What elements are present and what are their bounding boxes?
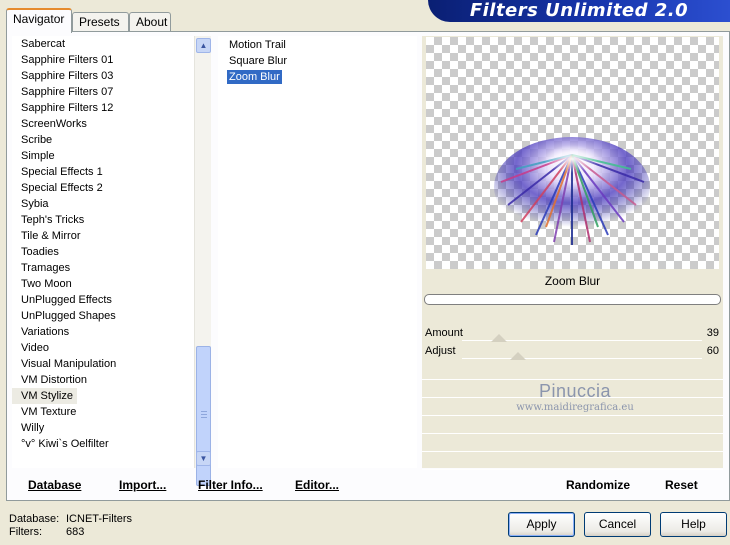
editor-button[interactable]: Editor...: [295, 478, 339, 492]
category-item[interactable]: Sapphire Filters 03: [12, 68, 194, 84]
chevron-down-icon: ▼: [199, 454, 208, 463]
category-item[interactable]: UnPlugged Shapes: [12, 308, 194, 324]
left-action-bar: Database Import... Filter Info... Editor…: [12, 468, 417, 496]
category-item[interactable]: Tile & Mirror: [12, 228, 194, 244]
filters-count-info: Filters: 683: [9, 526, 84, 538]
zoom-blur-preview-image: [494, 137, 650, 245]
category-item[interactable]: Special Effects 1: [12, 164, 194, 180]
cancel-button[interactable]: Cancel: [584, 512, 651, 537]
filter-list[interactable]: Motion Trail Square Blur Zoom Blur: [218, 36, 417, 468]
database-value: ICNET-Filters: [66, 513, 132, 525]
filters-label: Filters:: [9, 526, 42, 538]
category-item[interactable]: Willy: [12, 420, 194, 436]
tab-about[interactable]: About: [129, 12, 171, 32]
param-adjust-value: 60: [706, 345, 719, 357]
param-amount-slider-thumb[interactable]: [490, 334, 507, 342]
param-amount-label: Amount: [425, 327, 463, 339]
category-item[interactable]: Special Effects 2: [12, 180, 194, 196]
param-adjust-track[interactable]: [462, 358, 702, 359]
watermark-name: Pinuccia: [538, 381, 612, 401]
filter-item[interactable]: Square Blur: [218, 53, 417, 69]
preview-canvas[interactable]: [426, 37, 719, 269]
filter-info-button[interactable]: Filter Info...: [198, 478, 263, 492]
category-item[interactable]: Variations: [12, 324, 194, 340]
watermark-url: www.maidiregrafica.eu: [516, 402, 634, 413]
scroll-down-button[interactable]: ▼: [196, 451, 211, 466]
help-button[interactable]: Help: [660, 512, 727, 537]
grip-icon: [201, 411, 207, 418]
filter-item[interactable]: Motion Trail: [218, 37, 417, 53]
param-adjust-slider-thumb[interactable]: [510, 352, 527, 360]
tab-navigator[interactable]: Navigator: [6, 8, 72, 33]
category-item[interactable]: Sabercat: [12, 36, 194, 52]
chevron-up-icon: ▲: [199, 41, 208, 50]
filter-title: Zoom Blur: [544, 274, 601, 288]
category-scrollbar[interactable]: ▲ ▼: [194, 36, 211, 486]
category-item[interactable]: Simple: [12, 148, 194, 164]
category-item[interactable]: Sapphire Filters 01: [12, 52, 194, 68]
category-item[interactable]: Sapphire Filters 07: [12, 84, 194, 100]
randomize-button[interactable]: Randomize: [566, 478, 630, 492]
param-amount-value: 39: [706, 327, 719, 339]
category-item[interactable]: Scribe: [12, 132, 194, 148]
category-item[interactable]: Video: [12, 340, 194, 356]
category-item[interactable]: UnPlugged Effects: [12, 292, 194, 308]
category-item[interactable]: Visual Manipulation: [12, 356, 194, 372]
right-action-bar: Randomize Reset: [422, 468, 723, 496]
empty-param-slots: [422, 362, 723, 470]
tab-presets[interactable]: Presets: [72, 12, 129, 32]
import-button[interactable]: Import...: [119, 478, 166, 492]
param-adjust-label: Adjust: [425, 345, 456, 357]
scroll-up-button[interactable]: ▲: [196, 38, 211, 53]
category-list[interactable]: Sabercat Sapphire Filters 01 Sapphire Filt…: [12, 36, 194, 468]
filters-count-value: 683: [66, 526, 85, 538]
reset-button[interactable]: Reset: [665, 478, 698, 492]
database-label: Database:: [9, 513, 60, 525]
database-info: Database: ICNET-Filters: [9, 513, 132, 525]
category-item[interactable]: Sapphire Filters 12: [12, 100, 194, 116]
apply-button[interactable]: Apply: [508, 512, 575, 537]
category-item[interactable]: Tramages: [12, 260, 194, 276]
category-item[interactable]: Two Moon: [12, 276, 194, 292]
database-button[interactable]: Database: [28, 478, 81, 492]
category-item[interactable]: °v° Kiwi`s Oelfilter: [12, 436, 194, 452]
filter-item[interactable]: Zoom Blur: [218, 69, 417, 85]
category-item[interactable]: Teph's Tricks: [12, 212, 194, 228]
category-item[interactable]: VM Stylize: [12, 388, 77, 404]
category-item[interactable]: VM Texture: [12, 404, 194, 420]
param-amount[interactable]: Amount 39: [422, 325, 723, 343]
param-slot: [422, 416, 723, 434]
param-slot: [422, 362, 723, 380]
app-banner-title: Filters Unlimited 2.0: [428, 0, 730, 22]
progress-bar: [424, 294, 721, 305]
category-item[interactable]: ScreenWorks: [12, 116, 194, 132]
category-item[interactable]: Toadies: [12, 244, 194, 260]
category-item[interactable]: Sybia: [12, 196, 194, 212]
category-item[interactable]: VM Distortion: [12, 372, 194, 388]
param-adjust[interactable]: Adjust 60: [422, 343, 723, 361]
param-slot: [422, 434, 723, 452]
